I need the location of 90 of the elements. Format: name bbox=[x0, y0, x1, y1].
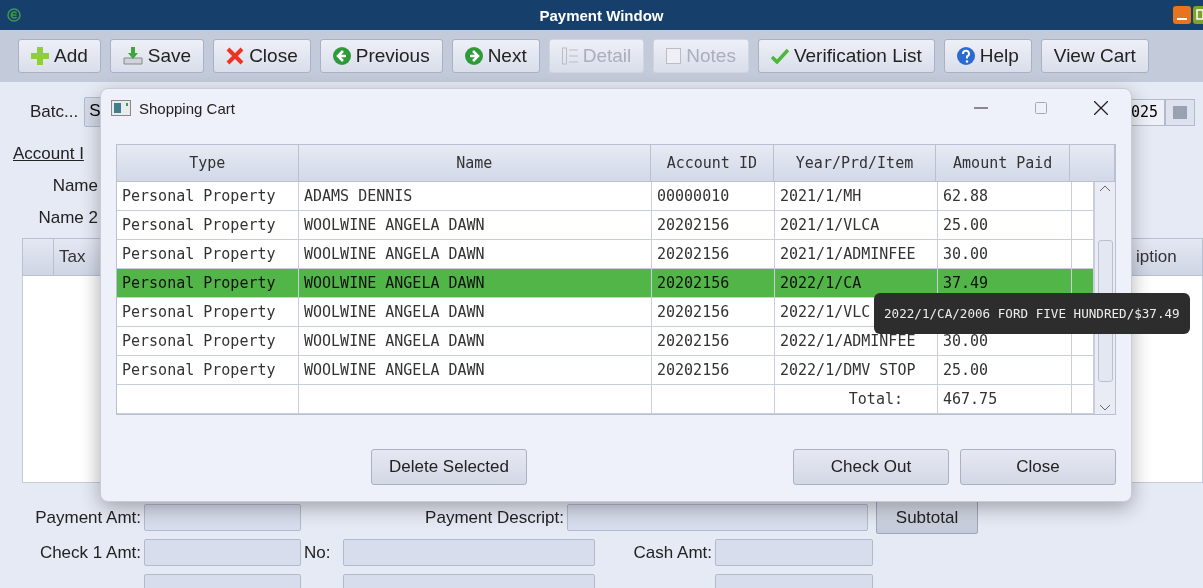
dialog-button[interactable]: Check Out bbox=[793, 449, 949, 485]
minimize-icon bbox=[974, 107, 988, 109]
table-cell: WOOLWINE ANGELA DAWN bbox=[299, 269, 652, 297]
table-cell: Personal Property bbox=[117, 327, 299, 355]
toolbar-button[interactable]: Previous bbox=[319, 39, 443, 73]
table-row[interactable]: Personal Property WOOLWINE ANGELA DAWN 20202156 2022/1/DMV STOP 25.00 bbox=[117, 356, 1094, 385]
toolbar-button[interactable]: Close bbox=[213, 39, 311, 73]
minimize-icon[interactable] bbox=[1173, 6, 1191, 24]
calendar-icon bbox=[1173, 105, 1187, 119]
toolbar-button[interactable]: Help bbox=[943, 39, 1032, 73]
table-cell: 20202156 bbox=[652, 356, 775, 384]
batch-label: Batc... bbox=[29, 102, 79, 122]
table-cell: 20202156 bbox=[652, 327, 775, 355]
table-cell: 2021/1/MH bbox=[775, 182, 938, 210]
table-cell: WOOLWINE ANGELA DAWN bbox=[299, 356, 652, 384]
window-title: Payment Window bbox=[539, 6, 664, 24]
table-cell: 62.88 bbox=[938, 182, 1072, 210]
dialog-button[interactable]: Close bbox=[960, 449, 1116, 485]
plus-icon bbox=[31, 47, 49, 65]
tooltip: 2022/1/CA/2006 FORD FIVE HUNDRED/$37.49 bbox=[874, 293, 1190, 334]
field-label: Cash Amt: bbox=[632, 542, 712, 563]
table-cell: WOOLWINE ANGELA DAWN bbox=[299, 211, 652, 239]
table-cell: WOOLWINE ANGELA DAWN bbox=[299, 298, 652, 326]
table-cell: 20202156 bbox=[652, 211, 775, 239]
dialog-title: Shopping Cart bbox=[139, 99, 235, 117]
calendar-button[interactable] bbox=[1165, 98, 1195, 126]
table-cell: 00000010 bbox=[652, 182, 775, 210]
table-cell: 20202156 bbox=[652, 240, 775, 268]
table-cell: Personal Property bbox=[117, 269, 299, 297]
table-cell: 25.00 bbox=[938, 356, 1072, 384]
maximize-icon bbox=[1035, 102, 1047, 114]
close-icon bbox=[226, 47, 245, 65]
toolbar-button[interactable]: Save bbox=[109, 39, 205, 73]
column-header[interactable]: Account ID bbox=[650, 145, 774, 181]
input-field[interactable] bbox=[715, 539, 873, 566]
checkbox-icon bbox=[666, 48, 682, 64]
column-header[interactable]: iption bbox=[1132, 239, 1202, 275]
check-icon bbox=[770, 48, 789, 64]
table-cell: Personal Property bbox=[117, 298, 299, 326]
table-cell: 20202156 bbox=[652, 298, 775, 326]
table-cell: Personal Property bbox=[117, 182, 299, 210]
table-cell: 30.00 bbox=[938, 240, 1072, 268]
field-label: Payment Descript: bbox=[424, 507, 564, 528]
scroll-down-icon[interactable] bbox=[1099, 404, 1111, 411]
input-field[interactable] bbox=[343, 539, 595, 566]
input-field[interactable] bbox=[144, 504, 301, 531]
column-header[interactable]: Amount Paid bbox=[936, 145, 1071, 181]
table-cell: Personal Property bbox=[117, 240, 299, 268]
total-value: 467.75 bbox=[938, 385, 1072, 413]
subtotal-button[interactable]: Subtotal bbox=[876, 501, 978, 534]
toolbar-button[interactable]: Next bbox=[451, 39, 540, 73]
table-cell: 2021/1/VLCA bbox=[775, 211, 938, 239]
dialog-button[interactable]: Delete Selected bbox=[371, 449, 527, 485]
name-2-label: Name 2 bbox=[37, 208, 98, 228]
field-label: No: bbox=[304, 542, 332, 563]
field-label: Payment Amt: bbox=[34, 507, 141, 528]
table-row[interactable]: Personal Property WOOLWINE ANGELA DAWN 20202156 2022/1/CA 37.49 bbox=[117, 269, 1094, 298]
table-row[interactable]: Personal Property WOOLWINE ANGELA DAWN 20202156 2022/1/ADMINFEE 30.00 bbox=[117, 327, 1094, 356]
table-cell: WOOLWINE ANGELA DAWN bbox=[299, 240, 652, 268]
column-header[interactable]: Type bbox=[117, 145, 299, 181]
field-label: Check 1 Amt: bbox=[38, 542, 141, 563]
name-label: Name bbox=[51, 176, 98, 196]
window-icon bbox=[111, 100, 131, 116]
total-label: Total: bbox=[775, 385, 938, 413]
maximize-icon[interactable] bbox=[1193, 6, 1203, 24]
table-cell: Personal Property bbox=[117, 211, 299, 239]
help-icon bbox=[956, 47, 975, 65]
input-field[interactable] bbox=[567, 504, 868, 531]
table-cell: 2021/1/ADMINFEE bbox=[775, 240, 938, 268]
toolbar-button[interactable]: Add bbox=[18, 39, 101, 73]
scroll-up-icon[interactable] bbox=[1099, 185, 1111, 192]
table-row[interactable]: Personal Property ADAMS DENNIS 00000010 2021/1/MH 62.88 bbox=[117, 182, 1094, 211]
toolbar-button[interactable]: Verification List bbox=[757, 39, 935, 73]
table-cell: Personal Property bbox=[117, 356, 299, 384]
input-field[interactable] bbox=[144, 539, 301, 566]
table-cell: 25.00 bbox=[938, 211, 1072, 239]
list-icon bbox=[561, 47, 578, 65]
column-header[interactable]: Year/Prd/Item bbox=[773, 145, 937, 181]
table-cell: 20202156 bbox=[652, 269, 775, 297]
table-cell: 2022/1/DMV STOP bbox=[775, 356, 938, 384]
save-icon bbox=[122, 47, 143, 65]
close-icon bbox=[1094, 101, 1108, 115]
table-row[interactable]: Personal Property WOOLWINE ANGELA DAWN 20202156 2021/1/VLCA 25.00 bbox=[117, 211, 1094, 240]
column-header[interactable]: Name bbox=[298, 145, 651, 181]
account-id-label[interactable]: Account I bbox=[0, 144, 84, 164]
toolbar-button[interactable]: View Cart bbox=[1040, 39, 1149, 73]
table-cell: ADAMS DENNIS bbox=[299, 182, 652, 210]
table-row[interactable]: Personal Property WOOLWINE ANGELA DAWN 20202156 2021/1/ADMINFEE 30.00 bbox=[117, 240, 1094, 269]
app-logo-icon bbox=[7, 8, 21, 22]
table-cell: WOOLWINE ANGELA DAWN bbox=[299, 327, 652, 355]
